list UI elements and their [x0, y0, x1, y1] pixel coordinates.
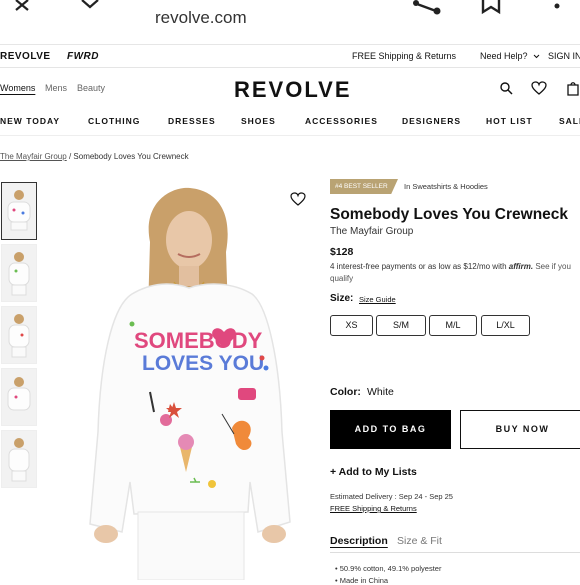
- free-shipping-returns-link[interactable]: FREE Shipping & Returns: [330, 504, 417, 513]
- color-value: White: [367, 386, 394, 398]
- affirm-logo: affirm.: [508, 262, 534, 271]
- chevron-down-icon: [533, 54, 540, 59]
- description-bullet: • 50.9% cotton, 49.1% polyester: [335, 564, 442, 573]
- sweater-graphic-text: SOMEBODY: [134, 328, 263, 353]
- financing-message: 4 interest-free payments or as low as $1…: [330, 261, 580, 285]
- nav-item-shoes[interactable]: SHOES: [241, 116, 276, 126]
- nav-item-hot-list[interactable]: HOT LIST: [486, 116, 533, 126]
- nav-item-dresses[interactable]: DRESSES: [168, 116, 216, 126]
- thumbnail-image: [8, 314, 30, 358]
- free-shipping-link[interactable]: FREE Shipping & Returns: [352, 51, 456, 61]
- more-options-icon[interactable]: [553, 0, 563, 12]
- need-help-menu[interactable]: Need Help?: [480, 51, 540, 61]
- close-icon[interactable]: [14, 0, 36, 12]
- description-bullet: • Made in China: [335, 576, 389, 585]
- promo-bar: REVOLVE FWRD FREE Shipping & Returns Nee…: [0, 45, 580, 68]
- browser-toolbar: revolve.com: [0, 0, 580, 45]
- product-brand-link[interactable]: The Mayfair Group: [330, 226, 413, 237]
- description-bullet-text: Made in China: [339, 576, 389, 585]
- nav-item-designers[interactable]: DESIGNERS: [402, 116, 461, 126]
- tabs-divider: [330, 552, 580, 553]
- size-label: Size:: [330, 293, 354, 304]
- tab-description[interactable]: Description: [330, 535, 388, 547]
- financing-text: 4 interest-free payments or as low as $1…: [330, 262, 507, 271]
- sign-in-link[interactable]: SIGN IN: [548, 51, 580, 61]
- product-thumbnail[interactable]: [1, 182, 37, 240]
- add-to-bag-button[interactable]: ADD TO BAG: [330, 410, 451, 449]
- size-option-ml[interactable]: M/L: [429, 315, 477, 336]
- bookmark-icon[interactable]: [480, 0, 504, 16]
- product-thumbnail[interactable]: [1, 368, 37, 426]
- product-title: Somebody Loves You Crewneck: [330, 206, 569, 223]
- size-option-sm[interactable]: S/M: [376, 315, 426, 336]
- search-icon[interactable]: [500, 82, 513, 95]
- need-help-label: Need Help?: [480, 51, 528, 61]
- gender-tab-womens[interactable]: Womens: [0, 83, 35, 93]
- revolve-site-link[interactable]: REVOLVE: [0, 51, 51, 62]
- nav-item-clothing[interactable]: CLOTHING: [88, 116, 140, 126]
- product-thumbnail[interactable]: [1, 244, 37, 302]
- size-option-lxl[interactable]: L/XL: [481, 315, 530, 336]
- thumbnail-image: [8, 252, 30, 296]
- add-to-lists-link[interactable]: + Add to My Lists: [330, 466, 417, 478]
- thumbnail-image: [7, 190, 31, 231]
- best-seller-category-link[interactable]: In Sweatshirts & Hoodies: [404, 182, 488, 191]
- thumbnail-image: [7, 377, 31, 411]
- share-icon[interactable]: [413, 0, 443, 16]
- model-image: SOMEBODY LOVES YOU: [62, 182, 318, 580]
- product-thumbnail[interactable]: [1, 430, 37, 488]
- breadcrumb-current: Somebody Loves You Crewneck: [73, 152, 189, 161]
- size-option-xs[interactable]: XS: [330, 315, 373, 336]
- tab-size-fit[interactable]: Size & Fit: [397, 535, 442, 547]
- best-seller-badge: #4 BEST SELLER: [330, 179, 398, 194]
- sweater-graphic-text: LOVES YOU: [142, 352, 264, 375]
- wishlist-heart-icon[interactable]: [531, 81, 547, 95]
- gender-tab-mens[interactable]: Mens: [45, 83, 67, 93]
- size-guide-link[interactable]: Size Guide: [359, 295, 396, 304]
- shopping-bag-icon[interactable]: [566, 80, 580, 96]
- site-logo[interactable]: REVOLVE: [234, 77, 352, 103]
- site-header: Womens Mens Beauty REVOLVE: [0, 67, 580, 111]
- nav-item-new-today[interactable]: NEW TODAY: [0, 116, 60, 126]
- product-thumbnail[interactable]: [1, 306, 37, 364]
- gender-tab-beauty[interactable]: Beauty: [77, 83, 105, 93]
- breadcrumb-brand-link[interactable]: The Mayfair Group: [0, 152, 67, 161]
- chevron-down-icon[interactable]: [80, 0, 104, 10]
- color-label: Color:: [330, 386, 361, 398]
- favorite-heart-icon[interactable]: [290, 192, 306, 206]
- address-bar-url[interactable]: revolve.com: [155, 8, 247, 28]
- estimated-delivery: Estimated Delivery : Sep 24 - Sep 25: [330, 492, 453, 501]
- product-price: $128: [330, 246, 354, 258]
- nav-item-sale[interactable]: SALE: [559, 116, 580, 126]
- description-bullet-text: 50.9% cotton, 49.1% polyester: [339, 564, 442, 573]
- nav-item-accessories[interactable]: ACCESSORIES: [305, 116, 378, 126]
- main-product-image[interactable]: SOMEBODY LOVES YOU: [62, 182, 318, 580]
- breadcrumb-separator: /: [68, 152, 72, 161]
- category-nav: NEW TODAY CLOTHING DRESSES SHOES ACCESSO…: [0, 111, 580, 136]
- buy-now-button[interactable]: BUY NOW: [460, 410, 580, 449]
- fwrd-site-link[interactable]: FWRD: [67, 51, 99, 62]
- thumbnail-image: [8, 438, 30, 482]
- breadcrumb: The Mayfair Group / Somebody Loves You C…: [0, 152, 189, 161]
